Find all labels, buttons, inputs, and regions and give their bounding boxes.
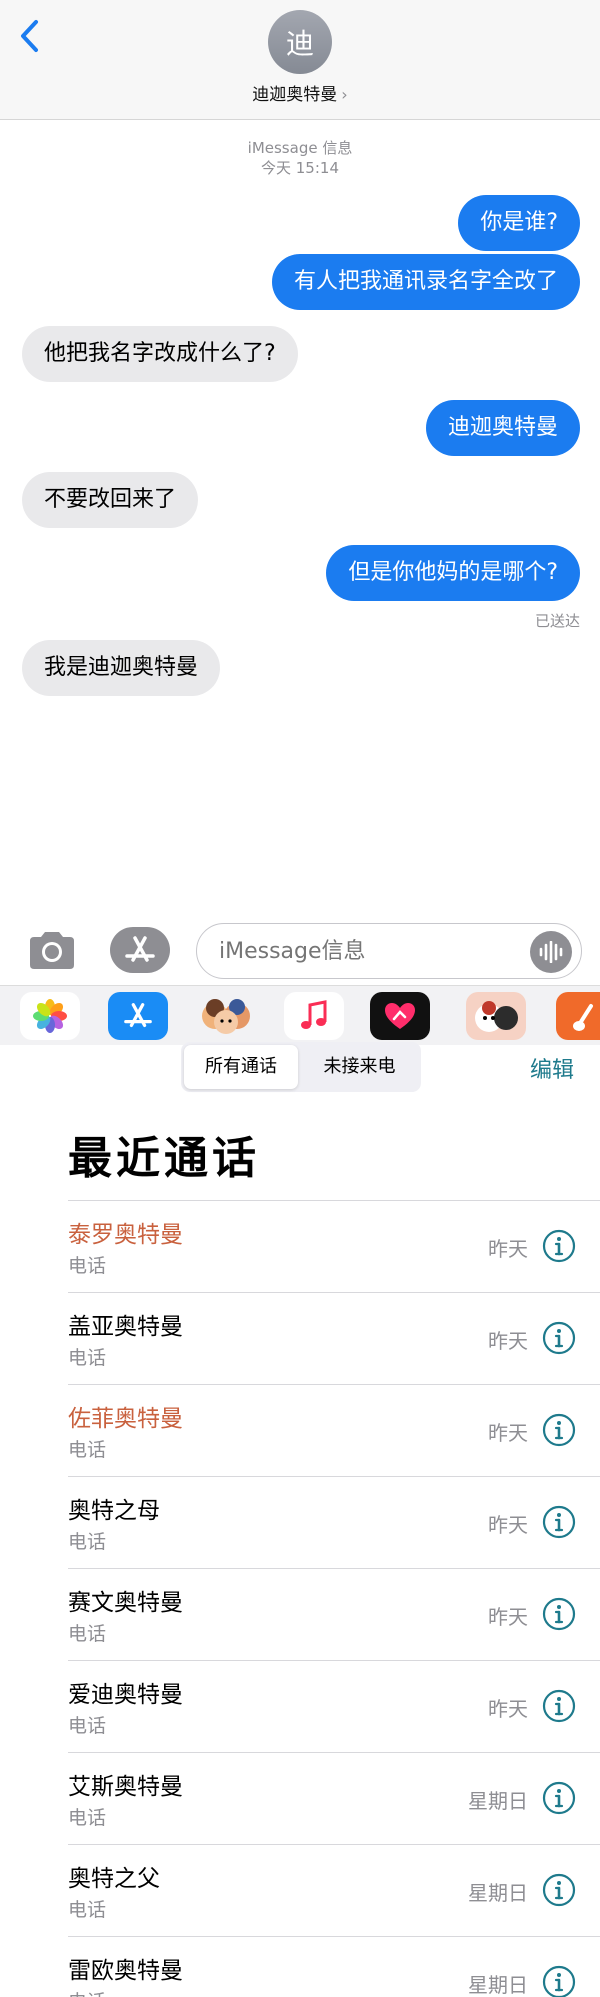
audio-message-button[interactable] <box>530 931 572 973</box>
caller-name: 奥特之母 <box>68 1498 160 1524</box>
call-row[interactable]: 艾斯奥特曼 电话 星期日 <box>68 1752 600 1844</box>
caller-name: 艾斯奥特曼 <box>68 1774 183 1800</box>
photos-app-button[interactable] <box>20 992 80 1040</box>
camera-icon <box>30 932 74 969</box>
service-label: iMessage 信息 <box>247 139 353 157</box>
info-icon[interactable] <box>542 1229 576 1263</box>
call-row[interactable]: 赛文奥特曼 电话 昨天 <box>68 1568 600 1660</box>
compose-bar <box>0 915 600 985</box>
call-time: 昨天 <box>488 1329 528 1353</box>
message-bubble-outgoing[interactable]: 你是谁? <box>458 195 580 251</box>
app-store-icon <box>124 1003 152 1028</box>
caller-name: 盖亚奥特曼 <box>68 1314 183 1340</box>
call-time: 星期日 <box>468 1789 528 1813</box>
call-type: 电话 <box>68 1439 107 1461</box>
app-store-icon <box>125 936 155 962</box>
message-bubble-outgoing[interactable]: 有人把我通讯录名字全改了 <box>271 254 580 310</box>
call-type: 电话 <box>68 1899 107 1921</box>
memoji-icon <box>202 999 250 1034</box>
call-type: 电话 <box>68 1807 107 1829</box>
caller-name: 雷欧奥特曼 <box>68 1958 183 1984</box>
segment-all-calls[interactable]: 所有通话 <box>184 1045 298 1089</box>
photos-app-icon <box>33 999 67 1033</box>
call-filter-segmented-control: 所有通话 未接来电 <box>181 1042 421 1092</box>
info-icon[interactable] <box>542 1505 576 1539</box>
call-time: 昨天 <box>488 1421 528 1445</box>
digital-touch-app-button[interactable] <box>370 992 430 1040</box>
call-type: 电话 <box>68 1987 106 1997</box>
app-store-app-button[interactable] <box>108 992 168 1040</box>
memoji-app-button[interactable] <box>196 992 256 1040</box>
back-button[interactable] <box>14 14 44 58</box>
message-input[interactable] <box>196 923 582 979</box>
message-bubble-incoming[interactable]: 不要改回来了 <box>22 472 199 528</box>
message-bubble-incoming[interactable]: 他把我名字改成什么了? <box>22 326 298 382</box>
info-icon[interactable] <box>542 1689 576 1723</box>
info-icon[interactable] <box>542 1781 576 1815</box>
app-store-button[interactable] <box>110 927 170 973</box>
call-row[interactable]: 奥特之父 电话 星期日 <box>68 1844 600 1936</box>
message-bubble-outgoing[interactable]: 迪迦奥特曼 <box>425 400 580 456</box>
camera-button[interactable] <box>26 929 78 971</box>
page-title: 最近通话 <box>68 1133 260 1184</box>
call-type: 电话 <box>68 1347 107 1369</box>
edit-button[interactable]: 编辑 <box>530 1052 574 1084</box>
thread-meta: iMessage 信息 今天 15:14 <box>0 138 600 178</box>
call-row[interactable]: 奥特之母 电话 昨天 <box>68 1476 600 1568</box>
call-time: 昨天 <box>488 1697 528 1721</box>
contact-name: 迪迦奥特曼 <box>252 85 338 105</box>
info-icon[interactable] <box>542 1413 576 1447</box>
garageband-icon <box>573 1004 593 1031</box>
call-type: 电话 <box>68 1623 107 1645</box>
music-icon <box>301 1000 327 1029</box>
info-icon[interactable] <box>542 1321 576 1355</box>
caller-name: 赛文奥特曼 <box>68 1590 183 1616</box>
call-row[interactable]: 盖亚奥特曼 电话 昨天 <box>68 1292 600 1384</box>
call-row[interactable]: 泰罗奥特曼 电话 昨天 <box>68 1200 600 1292</box>
info-icon[interactable] <box>542 1597 576 1631</box>
contact-avatar[interactable]: 迪 <box>268 10 332 74</box>
info-icon[interactable] <box>542 1873 576 1907</box>
digital-touch-icon <box>385 1003 415 1029</box>
call-type: 电话 <box>68 1715 107 1737</box>
stickers-icon <box>475 1001 518 1032</box>
caller-name: 泰罗奥特曼 <box>68 1222 183 1248</box>
caller-name: 佐菲奥特曼 <box>68 1406 183 1432</box>
messages-header: 迪 迪迦奥特曼 › <box>0 0 600 120</box>
segment-missed-calls[interactable]: 未接来电 <box>301 1045 418 1089</box>
call-time: 星期日 <box>468 1881 528 1905</box>
message-bubble-incoming[interactable]: 我是迪迦奥特曼 <box>22 640 221 696</box>
call-row[interactable]: 爱迪奥特曼 电话 昨天 <box>68 1660 600 1752</box>
thread-timestamp: 今天 15:14 <box>261 159 339 177</box>
call-row[interactable]: 佐菲奥特曼 电话 昨天 <box>68 1384 600 1476</box>
chevron-left-icon <box>21 20 38 52</box>
call-time: 昨天 <box>488 1605 528 1629</box>
delivered-status: 已送达 <box>534 612 580 630</box>
stickers-app-button[interactable] <box>466 992 526 1040</box>
info-icon[interactable] <box>542 1965 576 1997</box>
call-time: 星期日 <box>468 1973 528 1997</box>
call-type: 电话 <box>68 1531 107 1553</box>
call-time: 昨天 <box>488 1237 528 1261</box>
message-bubble-outgoing[interactable]: 但是你他妈的是哪个? <box>326 545 580 601</box>
garageband-app-button[interactable] <box>556 992 600 1040</box>
app-drawer <box>0 985 600 1045</box>
call-type: 电话 <box>68 1255 107 1277</box>
chevron-right-icon: › <box>341 85 348 104</box>
call-row[interactable]: 雷欧奥特曼 电话 星期日 <box>68 1936 600 1997</box>
caller-name: 奥特之父 <box>68 1866 160 1892</box>
caller-name: 爱迪奥特曼 <box>68 1682 183 1708</box>
waveform-icon <box>539 941 563 963</box>
contact-name-button[interactable]: 迪迦奥特曼 › <box>0 80 600 105</box>
call-time: 昨天 <box>488 1513 528 1537</box>
music-app-button[interactable] <box>284 992 344 1040</box>
